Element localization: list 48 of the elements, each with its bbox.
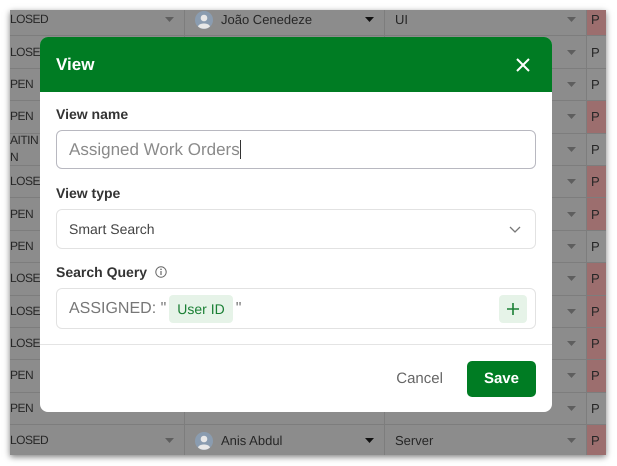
status-text: PEN bbox=[10, 400, 34, 417]
priority-cell: P bbox=[587, 166, 606, 198]
status-text: AITIN N bbox=[10, 132, 38, 166]
query-field[interactable]: ASSIGNED: " User ID " bbox=[56, 288, 536, 329]
assignee-name: Anis Abdul bbox=[221, 433, 282, 448]
status-text: PEN bbox=[10, 108, 34, 126]
status-text: LOSE bbox=[10, 302, 40, 320]
priority-cell: P bbox=[587, 296, 606, 327]
priority-cell: P bbox=[587, 101, 606, 133]
user-id-token[interactable]: User ID bbox=[169, 294, 233, 322]
status-text: LOSED bbox=[10, 11, 48, 28]
close-icon[interactable] bbox=[516, 58, 530, 72]
category-text: UI bbox=[395, 12, 408, 28]
save-button[interactable]: Save bbox=[466, 360, 536, 396]
status-text: PEN bbox=[10, 206, 34, 223]
field-label: View type bbox=[56, 185, 120, 201]
status-text: PEN bbox=[10, 76, 34, 93]
cancel-button[interactable]: Cancel bbox=[392, 362, 447, 395]
add-button[interactable] bbox=[499, 294, 527, 322]
status-text: PEN bbox=[10, 367, 34, 384]
caret-icon[interactable] bbox=[365, 438, 374, 444]
caret-icon[interactable] bbox=[365, 17, 374, 22]
plus-icon bbox=[507, 302, 519, 314]
status-text: LOSE bbox=[10, 270, 40, 288]
priority-cell: P bbox=[587, 425, 606, 455]
avatar-icon bbox=[195, 432, 213, 450]
field-label: View name bbox=[56, 106, 128, 122]
priority-cell: P bbox=[587, 198, 606, 230]
input-field[interactable]: Assigned Work Orders bbox=[56, 130, 536, 169]
status-text: LOSED bbox=[10, 432, 48, 450]
info-icon[interactable] bbox=[155, 266, 168, 278]
field-label: Search Query bbox=[56, 264, 148, 280]
status-text: PEN bbox=[10, 238, 34, 255]
status-text: LOSE bbox=[10, 173, 40, 190]
chevron-icon bbox=[509, 226, 521, 232]
priority-cell: P bbox=[587, 360, 606, 392]
query-text: ASSIGNED: " bbox=[69, 300, 166, 318]
priority-cell: P bbox=[587, 10, 606, 36]
priority-cell: P bbox=[587, 328, 606, 360]
priority-cell: P bbox=[587, 263, 606, 295]
query-text: " bbox=[236, 300, 242, 318]
assignee-name: João Cenedeze bbox=[221, 12, 312, 28]
avatar-icon bbox=[195, 10, 213, 29]
category-text: Server bbox=[395, 433, 434, 448]
status-text: LOSE bbox=[10, 44, 40, 61]
status-text: LOSE bbox=[10, 335, 40, 352]
dialog-title: View bbox=[56, 54, 94, 74]
dropdown[interactable]: Smart Search bbox=[56, 209, 536, 249]
